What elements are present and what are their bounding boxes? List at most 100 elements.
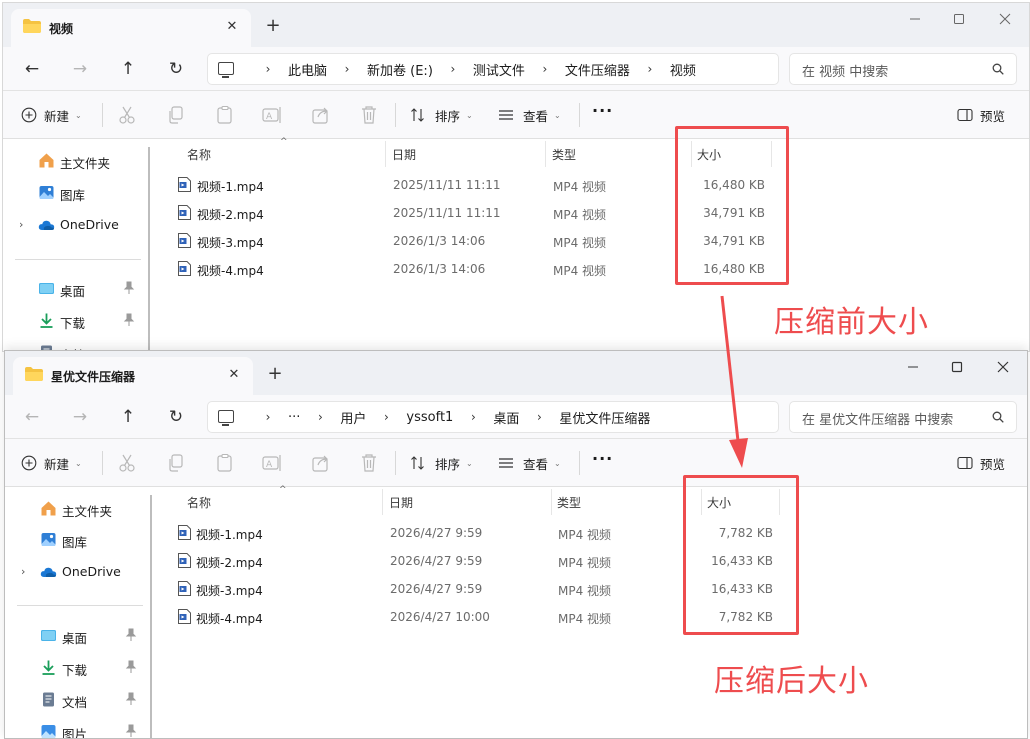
file-row[interactable]: 视频-3.mp4 2026/1/3 14:06 MP4 视频 34,791 KB [3,227,1029,255]
breadcrumb-overflow[interactable]: ··· [288,410,300,425]
share-icon[interactable] [310,452,332,474]
preview-button[interactable]: 预览 [957,104,1005,126]
copy-icon[interactable] [165,452,187,474]
column-divider[interactable] [385,141,386,167]
view-button[interactable]: 查看 ⌄ [498,104,561,126]
column-divider[interactable] [382,489,383,515]
column-divider[interactable] [545,141,546,167]
plus-circle-icon [21,455,37,471]
svg-text:A: A [266,460,273,470]
minimize-button[interactable] [891,9,939,33]
file-row[interactable]: 视频-4.mp4 2026/1/3 14:06 MP4 视频 16,480 KB [3,255,1029,283]
breadcrumb-item[interactable]: 桌面 [493,408,519,427]
new-tab-button[interactable]: + [261,15,285,39]
pin-icon [125,724,137,737]
breadcrumb-item[interactable]: 测试文件 [473,60,525,79]
sidebar-item-downloads[interactable]: 下载 [3,307,149,335]
breadcrumb-item[interactable]: 视频 [670,60,696,79]
file-date: 2026/4/27 10:00 [390,610,490,624]
file-row[interactable]: 视频-3.mp4 2026/4/27 9:59 MP4 视频 16,433 KB [5,575,1027,603]
rename-icon[interactable]: A [261,452,283,474]
plus-circle-icon [21,107,37,123]
column-header-date[interactable]: 日期 [392,146,416,163]
rename-icon[interactable]: A [261,104,283,126]
file-type: MP4 视频 [558,528,612,542]
back-button[interactable]: ← [17,403,47,431]
column-header-name[interactable]: 名称 [187,146,211,163]
more-options-button[interactable]: ··· [592,101,613,120]
file-row[interactable]: 视频-1.mp4 2026/4/27 9:59 MP4 视频 7,782 KB [5,519,1027,547]
cut-icon[interactable] [116,104,138,126]
column-header-type[interactable]: 类型 [557,494,581,511]
new-button[interactable]: 新建 ⌄ [21,104,82,126]
pin-icon [123,281,135,294]
forward-button[interactable]: → [65,403,95,431]
new-label: 新建 [44,456,70,472]
divider [579,103,580,127]
up-button[interactable]: ↑ [113,55,143,83]
chevron-right-icon: › [542,62,548,76]
sidebar-item-downloads[interactable]: 下载 [5,654,151,682]
sidebar-item-pictures[interactable]: 图片 [5,718,151,738]
breadcrumb-item[interactable]: 文件压缩器 [565,60,630,79]
file-row[interactable]: 视频-2.mp4 2025/11/11 11:11 MP4 视频 34,791 … [3,199,1029,227]
breadcrumb-item[interactable]: 此电脑 [288,60,327,79]
share-icon[interactable] [310,104,332,126]
close-window-button[interactable] [981,9,1029,33]
breadcrumb-item[interactable]: 新加卷 (E:) [367,60,433,79]
sort-button[interactable]: 排序 ⌄ [410,452,473,474]
minimize-button[interactable] [889,357,937,381]
column-header-type[interactable]: 类型 [552,146,576,163]
address-bar[interactable]: › 此电脑 › 新加卷 (E:) › 测试文件 › 文件压缩器 › 视频 [207,53,779,85]
search-input[interactable]: 在 星优文件压缩器 中搜索 [789,401,1017,433]
paste-icon[interactable] [214,104,236,126]
close-window-button[interactable] [979,357,1027,381]
highlight-box-before [675,126,789,285]
maximize-button[interactable] [933,357,981,381]
breadcrumb-item[interactable]: 用户 [340,408,366,427]
file-type: MP4 视频 [558,584,612,598]
sort-button[interactable]: 排序 ⌄ [410,104,473,126]
refresh-button[interactable]: ↻ [161,403,191,431]
forward-button[interactable]: → [65,55,95,83]
file-row[interactable]: 视频-4.mp4 2026/4/27 10:00 MP4 视频 7,782 KB [5,603,1027,631]
breadcrumb-item[interactable]: yssoft1 [406,410,453,425]
tab-close-icon[interactable]: ✕ [223,364,245,386]
file-type: MP4 视频 [553,180,607,194]
tab-close-icon[interactable]: ✕ [221,16,243,38]
delete-icon[interactable] [358,104,380,126]
delete-icon[interactable] [358,452,380,474]
sidebar-item-documents[interactable]: 文档 [5,686,151,714]
search-input[interactable]: 在 视频 中搜索 [789,53,1017,85]
column-header-date[interactable]: 日期 [389,494,413,511]
folder-icon [25,367,43,381]
file-type: MP4 视频 [553,236,607,250]
video-file-icon [178,233,191,248]
address-bar[interactable]: › ··· › 用户 › yssoft1 › 桌面 › 星优文件压缩器 [207,401,779,433]
new-tab-button[interactable]: + [263,363,287,387]
sidebar-item-label: 文档 [62,695,88,710]
file-date: 2025/11/11 11:11 [393,206,501,220]
chevron-right-icon: › [450,62,456,76]
chevron-right-icon: › [536,410,542,424]
tab-video[interactable]: 视频 ✕ [11,9,251,47]
up-button[interactable]: ↑ [113,403,143,431]
cut-icon[interactable] [116,452,138,474]
column-divider[interactable] [551,489,552,515]
refresh-button[interactable]: ↻ [161,55,191,83]
preview-button[interactable]: 预览 [957,452,1005,474]
breadcrumb-item[interactable]: 星优文件压缩器 [559,408,650,427]
file-name: 视频-1.mp4 [196,528,263,542]
file-row[interactable]: 视频-1.mp4 2025/11/11 11:11 MP4 视频 16,480 … [3,171,1029,199]
tab-compressor[interactable]: 星优文件压缩器 ✕ [13,357,253,395]
maximize-button[interactable] [935,9,983,33]
view-button[interactable]: 查看 ⌄ [498,452,561,474]
file-row[interactable]: 视频-2.mp4 2026/4/27 9:59 MP4 视频 16,433 KB [5,547,1027,575]
column-header-name[interactable]: 名称 [187,494,211,511]
back-button[interactable]: ← [17,55,47,83]
more-options-button[interactable]: ··· [592,449,613,468]
view-label: 查看 [523,108,549,124]
new-button[interactable]: 新建 ⌄ [21,452,82,474]
copy-icon[interactable] [165,104,187,126]
paste-icon[interactable] [214,452,236,474]
